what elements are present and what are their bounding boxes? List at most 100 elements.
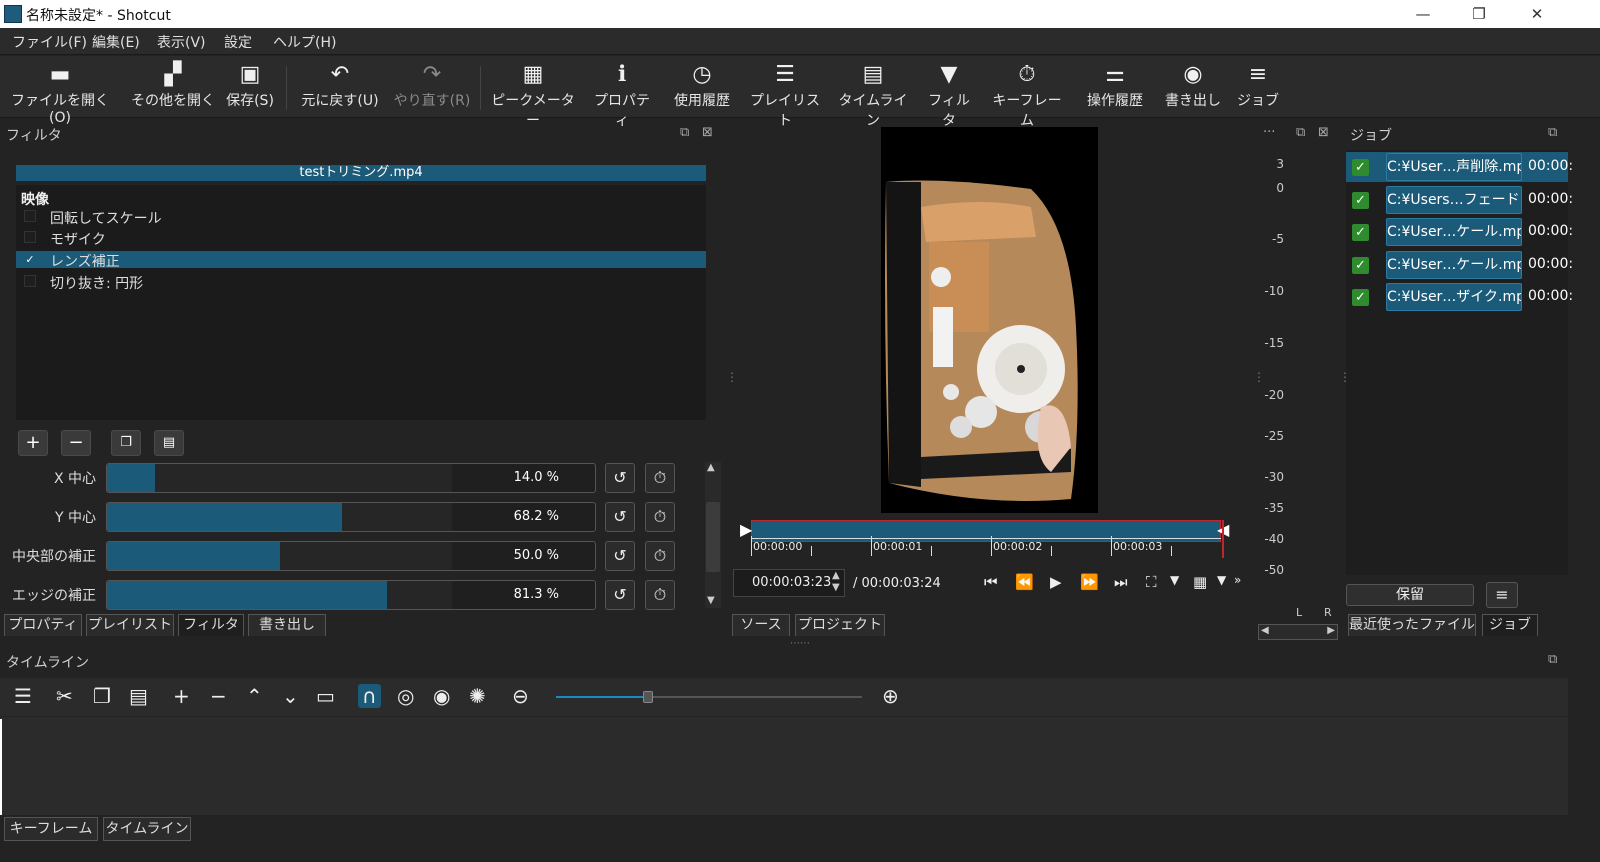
scrubber[interactable]: ▶ ◀ 00:00:00 00:00:01 00:00:02 00:00:03: [738, 518, 1235, 562]
scroll-down-icon[interactable]: ▼: [707, 595, 715, 606]
recent-button[interactable]: ◷ 使用履歴: [668, 60, 736, 116]
menu-settings[interactable]: 設定: [224, 32, 252, 52]
float-dock-icon[interactable]: ⧉: [680, 125, 689, 140]
zoom-in-icon[interactable]: ⊕: [882, 684, 899, 708]
timeline-button[interactable]: ▤ タイムライン: [834, 60, 912, 129]
scroll-up-icon[interactable]: ▲: [707, 462, 715, 473]
paste-icon[interactable]: ▤: [129, 684, 148, 708]
jobs-button[interactable]: ≡ ジョブ: [1234, 60, 1282, 116]
ripple-delete-icon[interactable]: −: [210, 684, 227, 708]
tab-filters[interactable]: フィルタ: [178, 614, 244, 636]
scroll-right-icon[interactable]: ▶: [1327, 625, 1335, 636]
timecode-spinner[interactable]: ▲ ▼: [832, 570, 840, 594]
reset-button[interactable]: ↺: [605, 502, 635, 532]
history-button[interactable]: ⚌ 操作履歴: [1080, 60, 1150, 116]
open-other-button[interactable]: ▞ その他を開く: [128, 60, 218, 116]
splitter-handle[interactable]: ⋯⋯: [790, 638, 810, 649]
cut-icon[interactable]: ✂: [56, 684, 73, 708]
more-options-button[interactable]: ···: [1263, 125, 1275, 140]
menu-edit[interactable]: 編集(E): [92, 32, 140, 52]
properties-button[interactable]: ℹ プロパティ: [590, 60, 654, 129]
ripple-icon[interactable]: ◉: [433, 684, 450, 708]
float-dock-icon[interactable]: ⧉: [1548, 652, 1557, 667]
close-dock-icon[interactable]: ⊠: [702, 125, 713, 140]
append-icon[interactable]: +: [173, 684, 190, 708]
playlist-button[interactable]: ☰ プレイリスト: [748, 60, 822, 129]
close-button[interactable]: ✕: [1514, 0, 1560, 28]
reset-button[interactable]: ↺: [605, 541, 635, 571]
keyframe-toggle-button[interactable]: ⏱: [645, 541, 675, 571]
undo-button[interactable]: ↶ 元に戻す(U): [298, 60, 382, 116]
grid-menu-chevron-icon[interactable]: ▼: [1217, 573, 1226, 587]
menu-view[interactable]: 表示(V): [157, 32, 206, 52]
overwrite-icon[interactable]: ⌄: [282, 684, 299, 708]
rewind-icon[interactable]: ⏪: [1015, 573, 1034, 591]
keyframe-toggle-button[interactable]: ⏱: [645, 502, 675, 532]
skip-to-end-icon[interactable]: ⏭: [1114, 573, 1128, 591]
tab-recent-files[interactable]: 最近使ったファイル: [1348, 614, 1476, 636]
filter-item-selected[interactable]: ✓ レンズ補正: [16, 251, 706, 270]
zoom-slider[interactable]: [556, 691, 862, 703]
keyframe-toggle-button[interactable]: ⏱: [645, 580, 675, 610]
job-row[interactable]: ✓ C:¥Users…フェード.mp4 00:00:: [1346, 185, 1573, 215]
save-button[interactable]: ▣ 保存(S): [222, 60, 278, 116]
ripple-all-icon[interactable]: ✺: [469, 684, 486, 708]
job-row[interactable]: ✓ C:¥User…ケール.mp4 00:00:: [1346, 250, 1573, 280]
copy-icon[interactable]: ❐: [93, 684, 111, 708]
more-controls-icon[interactable]: »: [1234, 573, 1241, 587]
restore-button[interactable]: ❐: [1456, 0, 1502, 28]
filter-checkbox[interactable]: [24, 210, 36, 222]
tab-export[interactable]: 書き出し: [248, 614, 326, 636]
split-icon[interactable]: ▭: [316, 684, 335, 708]
params-scrollbar[interactable]: ▲ ▼: [705, 462, 721, 608]
skip-to-start-icon[interactable]: ⏮: [984, 573, 998, 591]
zoom-fit-icon[interactable]: ⛶: [1146, 573, 1157, 591]
jobs-menu-button[interactable]: ≡: [1486, 582, 1518, 608]
remove-filter-button[interactable]: −: [61, 430, 91, 456]
job-row[interactable]: ✓ C:¥User…声削除.mp4 00:00:: [1346, 152, 1573, 182]
peak-meter-button[interactable]: ▦ ピークメーター: [490, 60, 576, 129]
fast-forward-icon[interactable]: ⏩: [1080, 573, 1099, 591]
keyframe-toggle-button[interactable]: ⏱: [645, 463, 675, 493]
tab-playlist[interactable]: プレイリスト: [86, 614, 174, 636]
lift-icon[interactable]: ⌃: [246, 684, 263, 708]
timeline-playhead[interactable]: [0, 719, 8, 815]
x-center-slider[interactable]: 14.0 %: [106, 463, 596, 493]
filters-button[interactable]: ▼ フィルタ: [922, 60, 976, 129]
job-row[interactable]: ✓ C:¥User…ザイク.mp4 00:00:: [1346, 282, 1573, 312]
tab-keyframes[interactable]: キーフレーム: [4, 817, 98, 841]
minimize-button[interactable]: —: [1400, 0, 1446, 28]
float-dock-icon[interactable]: ⧉: [1296, 125, 1305, 140]
add-filter-button[interactable]: +: [18, 430, 48, 456]
zoom-slider-handle[interactable]: [642, 691, 653, 703]
timeline-tracks[interactable]: [0, 717, 1568, 815]
menu-file[interactable]: ファイル(F): [12, 32, 87, 52]
open-file-button[interactable]: ▬ ファイルを開く(O): [8, 60, 112, 126]
edge-correction-slider[interactable]: 81.3 %: [106, 580, 596, 610]
grid-icon[interactable]: ▦: [1193, 573, 1207, 591]
job-row[interactable]: ✓ C:¥User…ケール.mp4 00:00:: [1346, 217, 1573, 247]
play-icon[interactable]: ▶: [1050, 573, 1062, 591]
tab-project[interactable]: プロジェクト: [795, 614, 885, 636]
paste-filter-button[interactable]: ▤: [154, 430, 184, 456]
tab-jobs[interactable]: ジョブ: [1482, 614, 1538, 636]
center-correction-slider[interactable]: 50.0 %: [106, 541, 596, 571]
splitter-handle[interactable]: ⋮: [726, 370, 738, 384]
redo-button[interactable]: ↷ やり直す(R): [392, 60, 472, 116]
reset-button[interactable]: ↺: [605, 580, 635, 610]
tab-timeline[interactable]: タイムライン: [103, 817, 191, 841]
tab-properties[interactable]: プロパティ: [4, 614, 82, 636]
current-timecode-field[interactable]: 00:00:03:23: [733, 569, 845, 597]
snap-magnet-icon[interactable]: ∩: [358, 684, 381, 708]
close-dock-icon[interactable]: ⊠: [1318, 125, 1329, 140]
keyframes-button[interactable]: ⏱ キーフレーム: [988, 60, 1066, 129]
filter-checkbox[interactable]: ✓: [24, 253, 36, 265]
export-button[interactable]: ◉ 書き出し: [1162, 60, 1224, 116]
hold-button[interactable]: 保留: [1346, 584, 1474, 606]
timeline-menu-icon[interactable]: ☰: [14, 684, 32, 708]
filter-item[interactable]: 回転してスケール: [16, 208, 706, 227]
playhead[interactable]: [1222, 520, 1224, 558]
tab-source[interactable]: ソース: [732, 614, 790, 636]
zoom-out-icon[interactable]: ⊖: [512, 684, 529, 708]
zoom-menu-chevron-icon[interactable]: ▼: [1170, 573, 1179, 587]
